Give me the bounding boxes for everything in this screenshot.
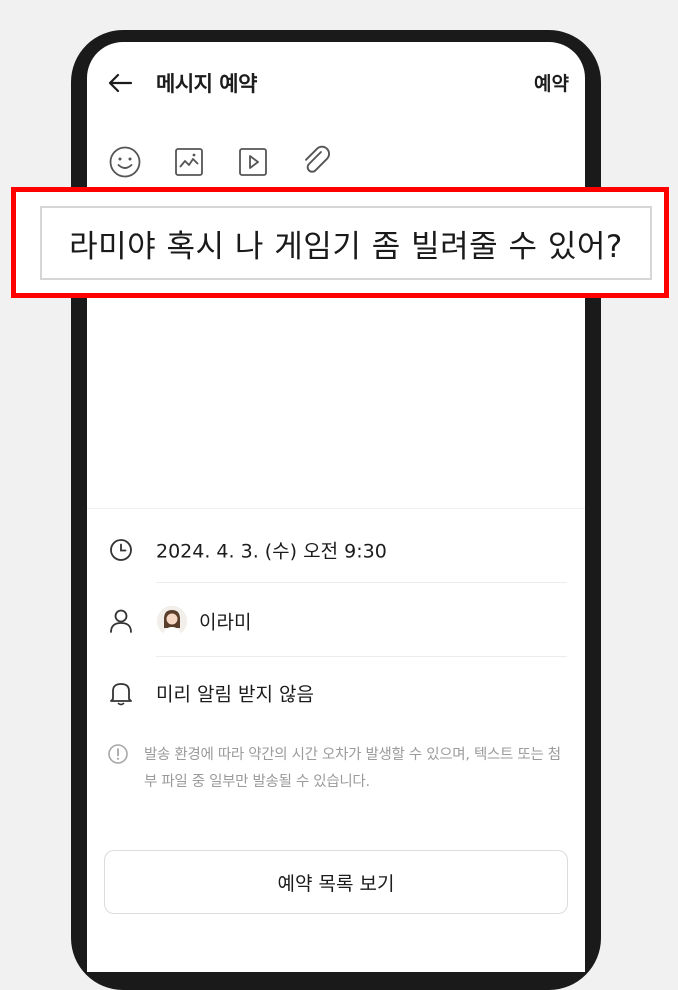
message-input[interactable]: 라미야 혹시 나 게임기 좀 빌려줄 수 있어? bbox=[40, 206, 652, 280]
video-icon bbox=[239, 148, 267, 176]
row-divider bbox=[156, 656, 567, 657]
notice-text: 발송 환경에 따라 약간의 시간 오차가 발생할 수 있으며, 텍스트 또는 첨… bbox=[144, 747, 561, 790]
bell-icon bbox=[107, 679, 135, 707]
emoji-icon bbox=[109, 146, 141, 178]
header: 메시지 예약 예약 bbox=[87, 42, 585, 122]
page-title: 메시지 예약 bbox=[156, 72, 257, 96]
info-divider bbox=[87, 508, 585, 509]
schedule-date-row[interactable]: 2024. 4. 3. (수) 오전 9:30 bbox=[87, 527, 585, 573]
attach-file-button[interactable] bbox=[299, 144, 335, 180]
image-button[interactable] bbox=[171, 144, 207, 180]
reminder-row[interactable]: 미리 알림 받지 않음 bbox=[87, 670, 585, 716]
emoji-button[interactable] bbox=[107, 144, 143, 180]
row-divider bbox=[156, 582, 567, 583]
screen: 메시지 예약 예약 2024. 4. 3. (수) 오전 9:30 이라미 미리… bbox=[87, 42, 585, 972]
image-icon bbox=[175, 148, 203, 176]
arrow-left-icon bbox=[108, 73, 133, 93]
recipient-row[interactable]: 이라미 bbox=[87, 598, 585, 644]
person-icon bbox=[107, 607, 135, 635]
video-button[interactable] bbox=[235, 144, 271, 180]
info-icon bbox=[107, 743, 131, 767]
recipient-name: 이라미 bbox=[199, 611, 252, 634]
view-schedule-list-button[interactable]: 예약 목록 보기 bbox=[104, 850, 568, 914]
schedule-button[interactable]: 예약 bbox=[534, 69, 569, 96]
message-text: 라미야 혹시 나 게임기 좀 빌려줄 수 있어? bbox=[69, 228, 623, 265]
clock-icon bbox=[107, 536, 135, 564]
attachment-icon bbox=[305, 145, 331, 173]
message-highlight: 라미야 혹시 나 게임기 좀 빌려줄 수 있어? bbox=[11, 187, 669, 298]
reminder-label: 미리 알림 받지 않음 bbox=[156, 683, 314, 706]
schedule-datetime: 2024. 4. 3. (수) 오전 9:30 bbox=[156, 540, 387, 563]
avatar bbox=[157, 606, 187, 636]
attachment-toolbar bbox=[107, 144, 363, 180]
back-button[interactable] bbox=[103, 66, 137, 100]
